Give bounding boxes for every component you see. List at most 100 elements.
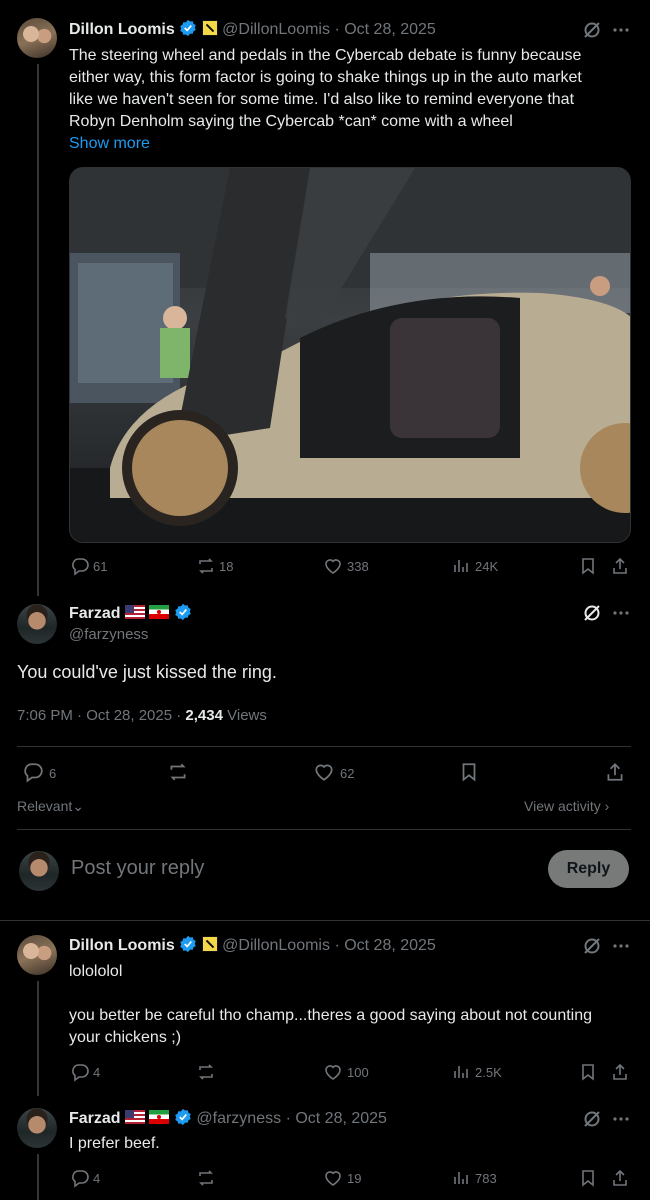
chevron-right-icon: › bbox=[600, 798, 610, 814]
bookmark-icon[interactable] bbox=[578, 1062, 598, 1082]
iran-flag-icon bbox=[149, 1110, 170, 1124]
views-icon[interactable] bbox=[451, 1168, 471, 1188]
avatar[interactable] bbox=[17, 1108, 57, 1148]
views-icon[interactable] bbox=[451, 556, 471, 576]
post-actions: 4 19 783 bbox=[0, 1168, 650, 1190]
view-count[interactable]: 2.5K bbox=[475, 1065, 502, 1080]
bookmark-icon[interactable] bbox=[578, 556, 598, 576]
author-handle[interactable]: @farzyness bbox=[69, 626, 148, 643]
reply-icon[interactable] bbox=[22, 761, 44, 783]
reply-count[interactable]: 4 bbox=[93, 1065, 100, 1080]
affiliate-badge-icon bbox=[201, 20, 218, 36]
post-header: Dillon Loomis @DillonLoomis · Oct 28, 20… bbox=[69, 19, 436, 39]
repost-icon[interactable] bbox=[196, 1062, 216, 1082]
like-icon[interactable] bbox=[323, 1062, 343, 1082]
divider bbox=[17, 746, 631, 747]
main-post-text: You could've just kissed the ring. bbox=[17, 662, 277, 682]
post-text: I prefer beef. bbox=[69, 1135, 160, 1152]
share-icon[interactable] bbox=[604, 761, 626, 783]
verified-badge-icon bbox=[180, 935, 197, 953]
post-date[interactable]: · Oct 28, 2025 bbox=[334, 937, 435, 954]
main-post-actions: 6 62 bbox=[0, 761, 650, 785]
more-icon[interactable] bbox=[611, 603, 631, 623]
bookmark-icon[interactable] bbox=[458, 761, 480, 783]
grok-icon[interactable] bbox=[582, 1109, 602, 1129]
bookmark-icon[interactable] bbox=[578, 1168, 598, 1188]
reply-icon[interactable] bbox=[70, 1062, 90, 1082]
grok-icon[interactable] bbox=[582, 936, 602, 956]
view-count[interactable]: 24K bbox=[475, 559, 498, 574]
like-icon[interactable] bbox=[313, 761, 335, 783]
repost-icon[interactable] bbox=[196, 1168, 216, 1188]
view-activity-link[interactable]: View activity › bbox=[524, 798, 609, 814]
more-icon[interactable] bbox=[611, 1109, 631, 1129]
more-icon[interactable] bbox=[611, 936, 631, 956]
post-line: your chickens ;) bbox=[69, 1029, 182, 1046]
reply-icon[interactable] bbox=[70, 556, 90, 576]
views-icon[interactable] bbox=[451, 1062, 471, 1082]
reply-count[interactable]: 6 bbox=[49, 766, 56, 781]
us-flag-icon bbox=[125, 1110, 146, 1124]
repost-icon[interactable] bbox=[196, 556, 216, 576]
author-name[interactable]: Dillon Loomis bbox=[69, 21, 175, 38]
avatar[interactable] bbox=[17, 18, 57, 58]
share-icon[interactable] bbox=[610, 1062, 630, 1082]
divider bbox=[17, 829, 631, 830]
post-header: Dillon Loomis @DillonLoomis · Oct 28, 20… bbox=[69, 935, 436, 955]
post-image[interactable] bbox=[69, 167, 631, 543]
main-post-meta: 7:06 PM · Oct 28, 2025 · 2,434 Views bbox=[17, 707, 267, 724]
post-date[interactable]: · Oct 28, 2025 bbox=[334, 21, 435, 38]
reply-button[interactable]: Reply bbox=[548, 850, 629, 888]
show-more-link[interactable]: Show more bbox=[69, 133, 639, 155]
reply-icon[interactable] bbox=[70, 1168, 90, 1188]
author-handle[interactable]: @DillonLoomis bbox=[222, 937, 330, 954]
author-handle[interactable]: @farzyness bbox=[196, 1110, 281, 1127]
post-line: Robyn Denholm saying the Cybercab *can* … bbox=[69, 113, 513, 130]
like-count[interactable]: 62 bbox=[340, 766, 354, 781]
grok-icon[interactable] bbox=[582, 603, 602, 623]
post-text: The steering wheel and pedals in the Cyb… bbox=[69, 45, 639, 155]
post-line: The steering wheel and pedals in the Cyb… bbox=[69, 47, 582, 64]
like-count[interactable]: 338 bbox=[347, 559, 369, 574]
repost-count[interactable]: 18 bbox=[219, 559, 233, 574]
like-count[interactable]: 19 bbox=[347, 1171, 361, 1186]
avatar[interactable] bbox=[17, 935, 57, 975]
avatar bbox=[19, 851, 59, 891]
post-timestamp[interactable]: 7:06 PM · Oct 28, 2025 · bbox=[17, 707, 185, 724]
share-icon[interactable] bbox=[610, 556, 630, 576]
affiliate-badge-icon bbox=[201, 936, 218, 952]
post-line: like we haven't seen for some time. I'd … bbox=[69, 91, 575, 108]
like-icon[interactable] bbox=[323, 1168, 343, 1188]
divider bbox=[0, 920, 650, 921]
like-count[interactable]: 100 bbox=[347, 1065, 369, 1080]
post-header: Farzad @farzyness · Oct 28, 2025 bbox=[69, 1108, 387, 1128]
views-label: Views bbox=[222, 707, 267, 724]
view-activity-label: View activity bbox=[524, 798, 601, 814]
post-text: lolololol you better be careful tho cham… bbox=[69, 961, 639, 1049]
grok-icon[interactable] bbox=[582, 20, 602, 40]
us-flag-icon bbox=[125, 605, 146, 619]
sort-relevant-button[interactable]: Relevant⌄ bbox=[17, 798, 84, 815]
sort-label: Relevant bbox=[17, 798, 73, 814]
avatar[interactable] bbox=[17, 604, 57, 644]
reply-count[interactable]: 61 bbox=[93, 559, 107, 574]
reply-input[interactable]: Post your reply bbox=[71, 857, 204, 880]
author-name[interactable]: Farzad bbox=[69, 605, 121, 622]
post-line: either way, this form factor is going to… bbox=[69, 69, 582, 86]
main-post-header: Farzad bbox=[69, 603, 192, 623]
author-name[interactable]: Farzad bbox=[69, 1110, 121, 1127]
post-line: lolololol bbox=[69, 963, 123, 980]
post-date[interactable]: · Oct 28, 2025 bbox=[286, 1110, 387, 1127]
like-icon[interactable] bbox=[323, 556, 343, 576]
author-handle[interactable]: @DillonLoomis bbox=[222, 21, 330, 38]
repost-icon[interactable] bbox=[167, 761, 189, 783]
post-actions: 61 18 338 24K bbox=[0, 556, 650, 578]
reply-count[interactable]: 4 bbox=[93, 1171, 100, 1186]
author-name[interactable]: Dillon Loomis bbox=[69, 937, 175, 954]
share-icon[interactable] bbox=[610, 1168, 630, 1188]
view-count[interactable]: 783 bbox=[475, 1171, 497, 1186]
more-icon[interactable] bbox=[611, 20, 631, 40]
verified-badge-icon bbox=[175, 603, 191, 621]
post-line: you better be careful tho champ...theres… bbox=[69, 1007, 593, 1024]
view-count: 2,434 bbox=[185, 707, 223, 724]
